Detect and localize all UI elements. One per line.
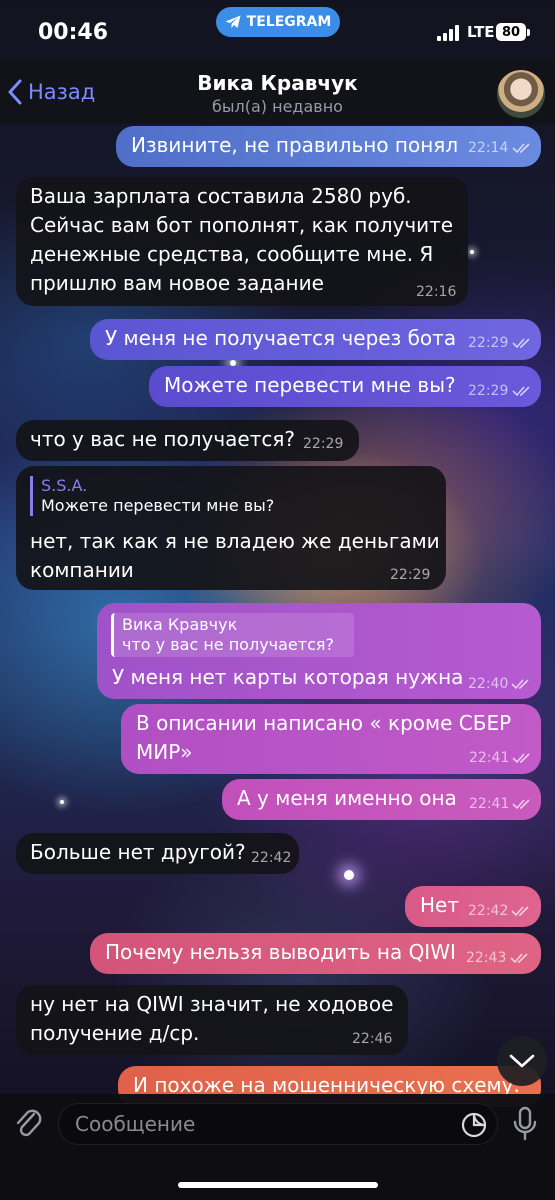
star-decoration xyxy=(470,250,474,254)
double-check-icon xyxy=(511,906,529,917)
message-outgoing[interactable]: Можете перевести мне вы? 22:29 xyxy=(149,366,541,407)
message-text: Нет xyxy=(420,893,459,917)
message-input-placeholder: Сообщение xyxy=(75,1112,196,1136)
status-time: 00:46 xyxy=(38,20,109,45)
reply-author: Вика Кравчук xyxy=(122,615,238,634)
message-time: 22:29 xyxy=(303,436,344,452)
message-time: 22:29 xyxy=(468,335,509,351)
message-outgoing[interactable]: Нет 22:42 xyxy=(405,886,541,927)
contact-name[interactable]: Вика Кравчук xyxy=(0,71,555,95)
microphone-icon[interactable] xyxy=(512,1106,538,1142)
message-outgoing[interactable]: Почему нельзя выводить на QIWI 22:43 xyxy=(90,933,541,974)
message-incoming[interactable]: Больше нет другой? 22:42 xyxy=(16,833,299,874)
scroll-down-button[interactable] xyxy=(497,1036,547,1086)
network-type: LTE xyxy=(467,23,495,41)
message-time: 22:29 xyxy=(390,567,431,583)
message-text: что у вас не получается? xyxy=(30,427,295,451)
double-check-icon xyxy=(511,679,529,690)
reply-text: Можете перевести мне вы? xyxy=(41,496,275,515)
message-incoming[interactable]: Ваша зарплата составила 2580 руб. Сейчас… xyxy=(16,177,468,306)
message-text: Можете перевести мне вы? xyxy=(164,373,456,397)
message-text: А у меня именно она xyxy=(237,786,457,810)
message-outgoing[interactable]: Извините, не правильно понял 22:14 xyxy=(116,126,541,167)
message-time: 22:14 xyxy=(468,140,509,156)
double-check-icon xyxy=(512,143,530,154)
double-check-icon xyxy=(512,386,530,397)
message-text: нет, так как я не владею же деньгами ком… xyxy=(30,529,440,582)
message-outgoing[interactable]: Вика Кравчук что у вас не получается? У … xyxy=(97,603,541,699)
star-decoration xyxy=(344,870,354,880)
chat-screen: 00:46 TELEGRAM LTE 80 Назад Вика Кравчук… xyxy=(0,0,555,1200)
reply-text: что у вас не получается? xyxy=(122,635,334,654)
home-indicator[interactable] xyxy=(178,1182,378,1188)
telegram-pill-label: TELEGRAM xyxy=(246,14,332,30)
reply-quote[interactable]: Вика Кравчук что у вас не получается? xyxy=(111,613,354,657)
message-text: Почему нельзя выводить на QIWI xyxy=(105,940,456,964)
double-check-icon xyxy=(512,799,530,810)
message-time: 22:41 xyxy=(469,796,510,812)
avatar[interactable] xyxy=(497,70,545,118)
message-time: 22:46 xyxy=(352,1031,393,1047)
message-time: 22:42 xyxy=(468,903,509,919)
message-incoming[interactable]: что у вас не получается? 22:29 xyxy=(16,420,359,461)
message-text: Извините, не правильно понял xyxy=(131,133,459,157)
message-text: В описании написано « кроме СБЕР МИР» xyxy=(136,711,512,764)
signal-icon xyxy=(437,25,459,41)
message-incoming[interactable]: S.S.A. Можете перевести мне вы? нет, так… xyxy=(16,466,446,590)
message-incoming[interactable]: ну нет на QIWI значит, не ходовое получе… xyxy=(16,985,408,1055)
message-text: Ваша зарплата составила 2580 руб. Сейчас… xyxy=(30,184,454,295)
reply-author: S.S.A. xyxy=(41,476,88,495)
sticker-icon[interactable] xyxy=(461,1112,487,1138)
message-outgoing[interactable]: А у меня именно она 22:41 xyxy=(222,779,541,820)
message-outgoing[interactable]: У меня не получается через бота 22:29 xyxy=(90,319,541,360)
battery-level: 80 xyxy=(501,24,521,40)
chevron-down-icon xyxy=(509,1054,535,1068)
message-input[interactable]: Сообщение xyxy=(58,1103,498,1145)
message-text: Больше нет другой? xyxy=(30,840,246,864)
status-bar: 00:46 TELEGRAM LTE 80 xyxy=(0,0,555,60)
chat-header: Назад Вика Кравчук был(а) недавно xyxy=(0,60,555,124)
battery-tip xyxy=(527,29,530,36)
paperclip-icon[interactable] xyxy=(14,1106,44,1142)
message-time: 22:29 xyxy=(468,383,509,399)
double-check-icon xyxy=(512,753,530,764)
message-text: У меня нет карты которая нужна xyxy=(112,665,464,689)
battery-indicator: 80 xyxy=(496,23,526,41)
telegram-icon xyxy=(225,15,241,28)
message-time: 22:42 xyxy=(251,850,292,866)
double-check-icon xyxy=(512,338,530,349)
message-text: У меня не получается через бота xyxy=(105,326,457,350)
reply-quote[interactable]: S.S.A. Можете перевести мне вы? xyxy=(30,476,274,516)
message-time: 22:41 xyxy=(469,750,510,766)
contact-status: был(а) недавно xyxy=(212,97,343,116)
message-time: 22:16 xyxy=(416,284,457,300)
message-time: 22:40 xyxy=(468,676,509,692)
message-text: ну нет на QIWI значит, не ходовое получе… xyxy=(30,992,394,1045)
message-time: 22:43 xyxy=(466,950,507,966)
message-outgoing[interactable]: В описании написано « кроме СБЕР МИР» 22… xyxy=(121,704,541,774)
double-check-icon xyxy=(510,953,528,964)
telegram-pill[interactable]: TELEGRAM xyxy=(216,7,340,37)
star-decoration xyxy=(60,800,64,804)
